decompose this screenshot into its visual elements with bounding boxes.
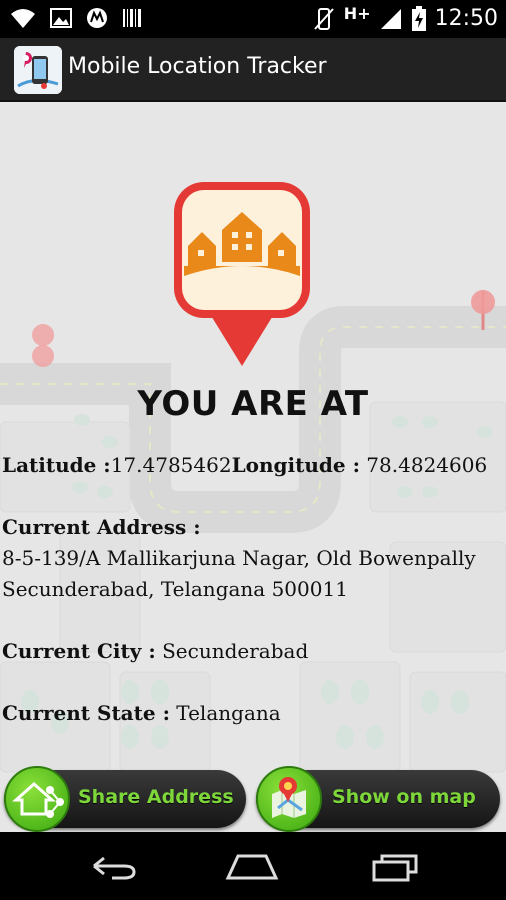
coordinates-line: Latitude :17.4785462Longitude : 78.48246… <box>2 450 487 480</box>
barcode-icon <box>123 9 141 27</box>
show-on-map-button[interactable]: Show on map <box>256 766 500 832</box>
action-bar: Mobile Location Tracker <box>0 38 506 102</box>
address-line-1: 8-5-139/A Mallikarjuna Nagar, Old Bowenp… <box>2 546 476 570</box>
share-address-button[interactable]: Share Address <box>4 766 246 832</box>
motorola-icon <box>87 8 107 28</box>
app-logo-icon[interactable] <box>14 46 62 94</box>
signal-icon <box>380 9 401 29</box>
address-label: Current Address : <box>2 515 201 539</box>
home-icon[interactable] <box>222 850 282 884</box>
wifi-icon <box>11 9 35 28</box>
back-icon[interactable] <box>82 850 142 884</box>
state-value: Telangana <box>169 701 281 725</box>
show-on-map-label: Show on map <box>332 786 476 808</box>
latitude-value: 17.4785462 <box>110 453 232 477</box>
address-line-2: Secunderabad, Telangana 500011 <box>2 577 348 601</box>
network-type: H+ <box>343 3 371 23</box>
status-notifications <box>10 6 142 30</box>
map-icon-circle <box>256 766 322 832</box>
you-are-at-heading: YOU ARE AT <box>137 384 369 424</box>
image-icon <box>50 8 72 28</box>
city-line: Current City : Secunderabad <box>2 636 308 666</box>
latitude-label: Latitude : <box>2 453 111 477</box>
share-house-icon <box>12 781 64 818</box>
recent-apps-icon[interactable] <box>364 850 424 884</box>
navigation-bar <box>0 832 506 900</box>
vibrate-mute-icon <box>314 8 334 30</box>
status-time: 12:50 <box>434 6 498 31</box>
house-location-pin-icon <box>174 182 310 366</box>
share-address-label: Share Address <box>78 786 234 808</box>
share-icon-circle <box>4 766 70 832</box>
status-system: H+ 12:50 <box>312 4 498 34</box>
status-bar: H+ 12:50 <box>0 0 506 38</box>
longitude-label: Longitude : <box>231 453 360 477</box>
main-content: YOU ARE AT Latitude :17.4785462Longitude… <box>0 102 506 832</box>
longitude-value: 78.4824606 <box>359 453 488 477</box>
state-line: Current State : Telangana <box>2 698 281 728</box>
battery-charging-icon <box>411 6 426 31</box>
city-label: Current City : <box>2 639 156 663</box>
app-title: Mobile Location Tracker <box>68 54 327 79</box>
city-value: Secunderabad <box>155 639 309 663</box>
state-label: Current State : <box>2 701 170 725</box>
map-pin-icon <box>272 777 306 818</box>
